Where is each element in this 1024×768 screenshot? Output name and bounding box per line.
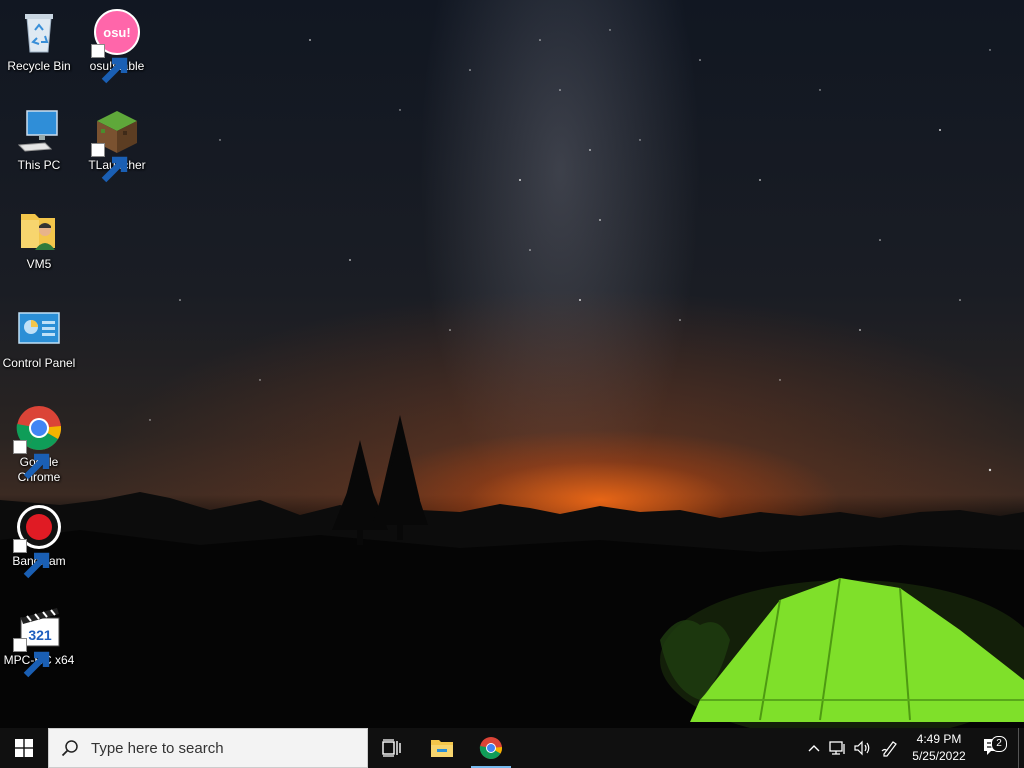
control-panel-icon [15, 305, 63, 353]
desktop-icon-control-panel[interactable]: Control Panel [0, 305, 78, 371]
clock-date: 5/25/2022 [912, 749, 966, 763]
chevron-up-icon [808, 745, 820, 752]
chrome-icon [479, 737, 503, 759]
minecraft-block-icon [91, 107, 141, 183]
action-center-button[interactable]: 2 [980, 728, 1007, 768]
show-hidden-icons-button[interactable] [804, 728, 824, 768]
search-icon [61, 740, 78, 757]
desktop-icon-osu[interactable]: osu! osu!stable [78, 8, 156, 84]
shortcut-arrow-icon [13, 539, 50, 579]
pen-workspace-button[interactable] [878, 728, 902, 768]
notification-count-badge: 2 [991, 736, 1007, 752]
desktop-icon-label: Control Panel [2, 356, 76, 370]
desktop-icon-bandicam[interactable]: Bandicam [0, 503, 78, 579]
volume-button[interactable] [850, 728, 876, 768]
desktop-icon-label: Recycle Bin [7, 59, 71, 73]
show-desktop-button[interactable] [1018, 728, 1024, 768]
network-icon [829, 741, 845, 755]
speaker-icon [854, 740, 870, 756]
system-clock[interactable]: 4:49 PM 5/25/2022 [902, 728, 976, 768]
desktop-icons: Recycle Bin osu! osu!stable This PC TLau… [0, 0, 1024, 728]
search-input[interactable] [89, 738, 333, 758]
network-button[interactable] [826, 728, 850, 768]
computer-icon [15, 107, 63, 155]
bandicam-record-icon [13, 503, 63, 579]
desktop-icon-vm5[interactable]: VM5 [0, 206, 78, 272]
desktop-icon-this-pc[interactable]: This PC [0, 107, 78, 173]
windows-logo-icon [15, 739, 33, 757]
shortcut-arrow-icon [91, 143, 128, 183]
user-folder-icon [15, 206, 63, 254]
osu-icon: osu! [91, 8, 141, 84]
shortcut-arrow-icon [13, 638, 50, 678]
file-explorer-button[interactable] [418, 728, 466, 768]
desktop-icon-recycle-bin[interactable]: Recycle Bin [0, 8, 78, 74]
taskbar-search-box[interactable] [48, 728, 368, 768]
recycle-bin-icon [15, 8, 63, 56]
desktop-icon-label: VM5 [26, 257, 52, 271]
task-view-button[interactable] [368, 728, 416, 768]
desktop-icon-tlauncher[interactable]: TLauncher [78, 107, 156, 183]
mpc-hc-clapper-icon: 321 [13, 602, 63, 678]
task-view-icon [382, 739, 401, 757]
shortcut-arrow-icon [91, 44, 128, 84]
pen-icon [881, 741, 897, 757]
desktop-icon-label: This PC [17, 158, 61, 172]
shortcut-arrow-icon [13, 440, 50, 480]
osu-logo-text: osu! [103, 25, 130, 40]
chrome-icon [13, 404, 63, 480]
clock-time: 4:49 PM [916, 732, 962, 746]
file-explorer-icon [431, 740, 453, 757]
start-button[interactable] [0, 728, 48, 768]
taskbar: 4:49 PM 5/25/2022 2 [0, 728, 1024, 768]
desktop-icon-mpc-hc[interactable]: 321 MPC-HC x64 [0, 602, 78, 678]
chrome-taskbar-button[interactable] [467, 728, 515, 768]
desktop-icon-google-chrome[interactable]: Google Chrome [0, 404, 78, 485]
